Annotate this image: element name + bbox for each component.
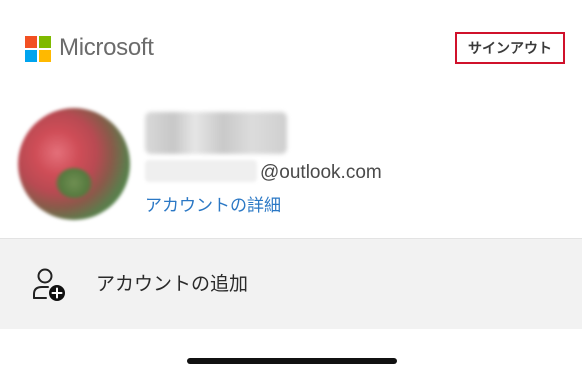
app-header: Microsoft サインアウト [0,0,582,96]
add-account-label: アカウントの追加 [96,273,249,295]
email-local-part-redacted [145,160,257,182]
microsoft-logo-icon [25,36,51,62]
brand-name: Microsoft [59,34,154,61]
logo-square-blue [25,50,37,62]
add-person-icon [33,268,65,301]
home-indicator[interactable] [187,358,397,364]
avatar [18,108,130,220]
signout-button[interactable]: サインアウト [455,32,565,64]
account-name-redacted [145,112,287,154]
add-account-row[interactable]: アカウントの追加 [0,238,582,329]
logo-square-green [39,36,51,48]
account-email-domain: @outlook.com [260,162,382,183]
logo-square-yellow [39,50,51,62]
logo-square-red [25,36,37,48]
account-details-link[interactable]: アカウントの詳細 [145,195,281,217]
